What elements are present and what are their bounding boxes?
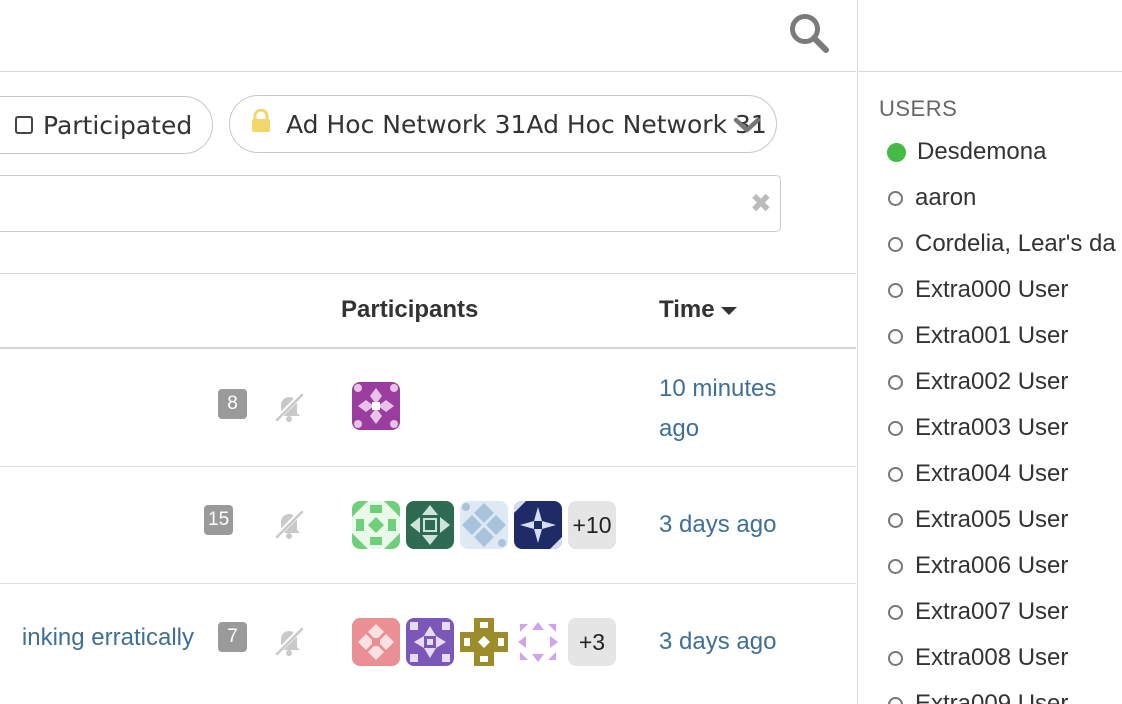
time-line-1: 10 minutes bbox=[659, 375, 777, 402]
user-name: Extra000 User bbox=[915, 276, 1069, 303]
sort-desc-icon bbox=[720, 306, 737, 315]
presence-active-icon bbox=[887, 142, 906, 162]
more-participants-badge[interactable]: +10 bbox=[568, 501, 616, 549]
users-heading: USERS bbox=[879, 96, 958, 121]
unread-count-badge: 7 bbox=[218, 622, 247, 652]
presence-offline-icon bbox=[888, 604, 903, 620]
user-list-item[interactable]: Extra001 User bbox=[888, 320, 1068, 352]
user-name: Cordelia, Lear's da bbox=[915, 230, 1116, 257]
sidebar-divider bbox=[858, 71, 1122, 72]
presence-offline-icon bbox=[888, 650, 903, 666]
row-divider bbox=[0, 583, 856, 584]
user-list-item[interactable]: Extra007 User bbox=[888, 596, 1068, 628]
user-list-item[interactable]: Extra002 User bbox=[888, 366, 1068, 398]
user-name: aaron bbox=[915, 184, 977, 211]
participated-filter-button[interactable]: Participated bbox=[0, 96, 213, 154]
last-message-time[interactable]: 3 days ago bbox=[659, 622, 776, 662]
user-name: Extra003 User bbox=[915, 414, 1069, 441]
bell-slash-icon[interactable] bbox=[272, 624, 306, 658]
presence-offline-icon bbox=[888, 696, 903, 704]
search-icon bbox=[790, 14, 829, 53]
topic-search-input[interactable] bbox=[0, 176, 713, 232]
presence-offline-icon bbox=[888, 236, 903, 252]
recent-topics-panel: Participated Ad Hoc Network 31Ad Hoc Net… bbox=[0, 0, 856, 704]
search-button[interactable] bbox=[786, 10, 834, 54]
user-list-item[interactable]: aaron bbox=[888, 182, 976, 214]
time-column-header[interactable]: Time bbox=[659, 296, 737, 324]
header-divider bbox=[0, 347, 856, 349]
checkbox-icon[interactable] bbox=[15, 116, 33, 134]
stream-filter-dropdown[interactable]: Ad Hoc Network 31Ad Hoc Network 31 bbox=[229, 95, 777, 153]
lock-icon bbox=[250, 108, 272, 139]
avatar[interactable] bbox=[406, 618, 454, 666]
user-name: Extra009 User bbox=[915, 690, 1069, 704]
stream-filter-label: Ad Hoc Network 31Ad Hoc Network 31 bbox=[286, 109, 767, 139]
avatar[interactable] bbox=[352, 501, 400, 549]
presence-offline-icon bbox=[888, 190, 903, 206]
presence-offline-icon bbox=[888, 328, 903, 344]
avatar[interactable] bbox=[352, 618, 400, 666]
user-list-item[interactable]: Extra004 User bbox=[888, 458, 1068, 490]
right-sidebar: USERS Desdemona aaron Cordelia, Lear's d… bbox=[857, 0, 1122, 704]
avatar[interactable] bbox=[460, 618, 508, 666]
user-name: Extra007 User bbox=[915, 598, 1069, 625]
user-name: Desdemona bbox=[917, 138, 1047, 165]
bell-slash-icon[interactable] bbox=[272, 390, 306, 424]
close-icon[interactable]: ✖ bbox=[750, 191, 772, 217]
topic-link[interactable]: inking erratically bbox=[22, 624, 194, 652]
avatar[interactable] bbox=[514, 501, 562, 549]
last-message-time[interactable]: 10 minutes ago bbox=[659, 369, 776, 449]
presence-offline-icon bbox=[888, 466, 903, 482]
row-divider bbox=[0, 466, 856, 467]
avatar[interactable] bbox=[406, 501, 454, 549]
user-list-item[interactable]: Extra005 User bbox=[888, 504, 1068, 536]
user-list-item[interactable]: Extra000 User bbox=[888, 274, 1068, 306]
more-participants-badge[interactable]: +3 bbox=[568, 618, 616, 666]
user-list-item[interactable]: Extra003 User bbox=[888, 412, 1068, 444]
top-navbar bbox=[0, 0, 856, 72]
table-divider bbox=[0, 273, 856, 274]
user-list-item[interactable]: Cordelia, Lear's da bbox=[888, 228, 1116, 260]
avatar[interactable] bbox=[352, 382, 400, 430]
user-list-item[interactable]: Extra008 User bbox=[888, 642, 1068, 674]
chevron-down-icon[interactable] bbox=[732, 113, 762, 142]
presence-offline-icon bbox=[888, 374, 903, 390]
user-list-item[interactable]: Desdemona bbox=[887, 136, 1047, 168]
bell-slash-icon[interactable] bbox=[272, 507, 306, 541]
unread-count-badge: 8 bbox=[218, 389, 247, 419]
user-name: Extra005 User bbox=[915, 506, 1069, 533]
time-header-label: Time bbox=[659, 296, 715, 323]
unread-count-badge: 15 bbox=[204, 505, 234, 535]
presence-offline-icon bbox=[888, 420, 903, 436]
presence-offline-icon bbox=[888, 512, 903, 528]
presence-offline-icon bbox=[888, 282, 903, 298]
participated-label: Participated bbox=[43, 110, 193, 140]
user-name: Extra008 User bbox=[915, 644, 1069, 671]
user-name: Extra004 User bbox=[915, 460, 1069, 487]
presence-offline-icon bbox=[888, 558, 903, 574]
topic-search-field[interactable] bbox=[0, 175, 781, 232]
user-list-item[interactable]: Extra009 User bbox=[888, 688, 1068, 704]
avatar[interactable] bbox=[514, 618, 562, 666]
user-name: Extra001 User bbox=[915, 322, 1069, 349]
user-name: Extra006 User bbox=[915, 552, 1069, 579]
last-message-time[interactable]: 3 days ago bbox=[659, 505, 776, 545]
avatar[interactable] bbox=[460, 501, 508, 549]
participants-column-header: Participants bbox=[341, 296, 479, 323]
user-name: Extra002 User bbox=[915, 368, 1069, 395]
user-list-item[interactable]: Extra006 User bbox=[888, 550, 1068, 582]
time-line-2: ago bbox=[659, 415, 700, 442]
